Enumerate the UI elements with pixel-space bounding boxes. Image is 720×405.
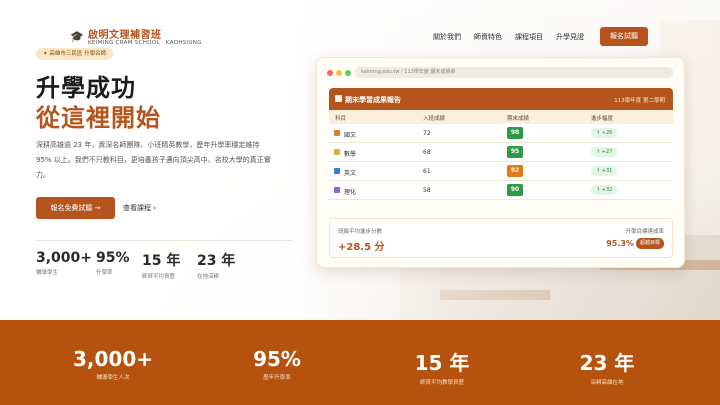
hero-stat-students: 3,000+ 輔導學生	[36, 250, 92, 276]
subject-name: 國文	[344, 132, 357, 139]
nav-link-courses[interactable]: 課程項目	[515, 32, 543, 42]
report-icon	[335, 95, 342, 102]
table-row: 數學 68 95 ↑ +27	[329, 143, 673, 162]
free-trial-button[interactable]: 報名免費試聽 →	[36, 197, 115, 219]
stat-label: 師資平均資歷	[142, 274, 176, 280]
final-score-badge: 95	[507, 146, 523, 158]
band-stat-rate: 95% 歷年升學率	[207, 347, 347, 381]
final-score-badge: 98	[507, 127, 523, 139]
stat-value: 23 年	[197, 253, 236, 269]
improvement-badge: ↑ +27	[591, 147, 618, 157]
band-stat-students: 3,000+ 輔導學生人次	[43, 347, 183, 381]
final-score-badge: 92	[507, 165, 523, 177]
exceed-goal-badge: 超越目標	[635, 238, 664, 249]
stat-value: 15 年	[142, 253, 181, 269]
stat-label: 輔導學生	[36, 270, 59, 276]
start-score: 61	[423, 168, 431, 175]
view-courses-link[interactable]: 查看課程 ›	[123, 203, 156, 213]
band-stat-label: 師資平均教學資歷	[419, 380, 464, 386]
report-card-mockup: keiming.edu.tw / 113學年度 期末成績單 期末學習成果報告 1…	[316, 57, 685, 268]
band-stat-label: 深耕高雄在地	[590, 380, 624, 386]
stat-value: 95%	[96, 250, 130, 266]
band-stat-local-years: 23 年 深耕高雄在地	[537, 347, 677, 386]
col-subject: 科目	[335, 116, 347, 122]
brand-name[interactable]: 啟明文理補習班	[88, 26, 162, 41]
final-score-badge: 90	[507, 184, 523, 196]
hero-title-line2: 從這裡開始	[36, 104, 161, 132]
nav-signup-button[interactable]: 報名試聽	[600, 27, 648, 46]
improvement-badge: ↑ +26	[591, 128, 618, 138]
improvement-badge: ↑ +31	[591, 166, 618, 176]
stats-divider	[36, 240, 292, 241]
window-minimize-dot	[336, 70, 342, 76]
summary-box: 班級平均進步分數 +28.5 分 升學目標達成率 95.3% 超越目標	[329, 218, 673, 258]
stat-label: 在地深耕	[197, 274, 220, 280]
table-row: 理化 58 90 ↑ +32	[329, 181, 673, 200]
report-term: 113學年度 第二學期	[614, 98, 665, 104]
report-header: 期末學習成果報告 113學年度 第二學期	[329, 88, 673, 110]
col-start-score: 入班成績	[423, 116, 446, 122]
calculator-icon	[334, 149, 340, 155]
graduation-cap-icon: 🎓	[70, 30, 84, 43]
band-stat-value: 3,000+	[72, 347, 154, 371]
goal-rate-label: 升學目標達成率	[625, 229, 664, 235]
avg-improvement-value: +28.5 分	[338, 242, 385, 253]
start-score: 68	[423, 149, 431, 156]
nav-link-about[interactable]: 關於我們	[433, 32, 461, 42]
goal-rate-value: 95.3%	[606, 239, 634, 248]
subject-name: 英文	[344, 170, 357, 177]
flask-icon	[334, 187, 340, 193]
location-badge: ✦ 高雄市三民區 升學名師	[36, 48, 114, 60]
col-improvement: 進步幅度	[591, 116, 614, 122]
band-stat-value: 15 年	[414, 351, 470, 375]
band-stat-label: 歷年升學率	[263, 375, 291, 381]
stats-band: 3,000+ 輔導學生人次 95% 歷年升學率 15 年 師資平均教學資歷 23…	[0, 320, 720, 405]
table-header: 科目 入班成績 期末成績 進步幅度	[329, 110, 673, 124]
col-final-score: 期末成績	[507, 116, 530, 122]
improvement-badge: ↑ +32	[591, 185, 618, 195]
band-stat-label: 輔導學生人次	[96, 375, 130, 381]
window-close-dot	[327, 70, 333, 76]
band-stat-teacher-years: 15 年 師資平均教學資歷	[372, 347, 512, 386]
table-row: 英文 61 92 ↑ +31	[329, 162, 673, 181]
table-row: 國文 72 98 ↑ +26	[329, 124, 673, 143]
abc-icon	[334, 168, 340, 174]
book-icon	[334, 130, 340, 136]
stat-label: 升學率	[96, 270, 113, 276]
hero-stat-teacher-years: 15 年 師資平均資歷	[142, 250, 180, 280]
stat-value: 3,000+	[36, 250, 93, 266]
start-score: 72	[423, 130, 431, 137]
brand-subtitle: KEIMING CRAM SCHOOL · KAOHSIUNG	[88, 40, 202, 46]
band-stat-value: 95%	[253, 347, 301, 371]
subject-name: 數學	[344, 151, 357, 158]
subject-name: 理化	[344, 189, 357, 196]
window-maximize-dot	[345, 70, 351, 76]
nav-link-testimonials[interactable]: 升學見證	[556, 32, 584, 42]
hero-stat-rate: 95% 升學率	[96, 250, 130, 276]
report-title: 期末學習成果報告	[345, 96, 401, 104]
band-stat-value: 23 年	[579, 351, 635, 375]
start-score: 58	[423, 187, 431, 194]
nav-link-teachers[interactable]: 師資特色	[474, 32, 502, 42]
address-bar: keiming.edu.tw / 113學年度 期末成績單	[355, 67, 673, 78]
avg-improvement-label: 班級平均進步分數	[338, 229, 383, 235]
hero-stat-local-years: 23 年 在地深耕	[197, 250, 235, 280]
hero-description: 深耕高雄逾 23 年，資深名師團隊、小班精英教學，歷年升學率穩定維持 95% 以…	[36, 141, 271, 179]
